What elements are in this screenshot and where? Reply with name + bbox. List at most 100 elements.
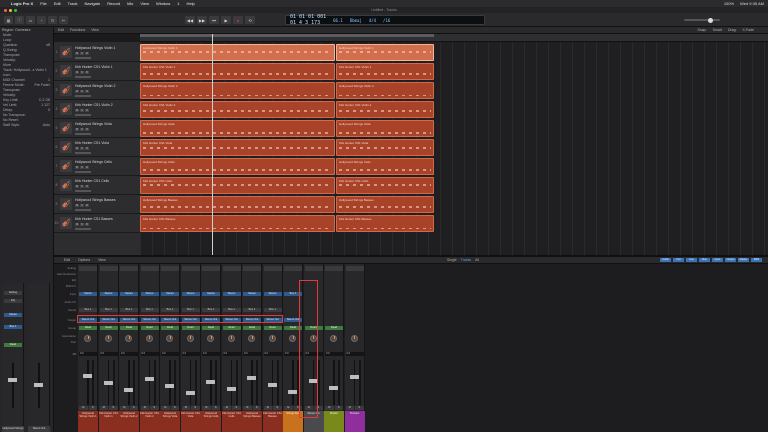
record-enable-button[interactable]: R — [85, 147, 89, 150]
insp-fader-cap[interactable] — [8, 378, 17, 382]
automation-mode[interactable]: Read — [120, 326, 138, 330]
mute-button[interactable]: M — [75, 71, 79, 74]
track-name[interactable]: Kirk Hunter CS1 Violin 1 — [75, 65, 138, 69]
violin-icon[interactable]: 🎻 — [60, 141, 72, 153]
input-slot[interactable]: Stereo — [99, 292, 118, 296]
strip-name[interactable]: Preview — [344, 411, 365, 432]
volume-fader[interactable] — [329, 386, 338, 390]
solo-button[interactable]: S — [211, 406, 220, 410]
zoom-window-button[interactable] — [14, 8, 17, 12]
eq-thumbnail[interactable] — [222, 266, 241, 271]
midi-region[interactable]: Kirk Hunter CS1 Violin 2 — [140, 101, 335, 118]
midi-region[interactable]: Kirk Hunter CS1 Violin 1 — [336, 63, 434, 80]
midi-region[interactable]: Hollywood Strings Violin 1 — [336, 44, 434, 61]
mixer-edit-menu[interactable]: Edit — [64, 258, 70, 262]
send-slot[interactable]: Bus 1 — [140, 308, 159, 312]
play-button[interactable]: ▶ — [221, 16, 231, 24]
mode-tracks[interactable]: Tracks — [461, 258, 471, 262]
pan-knob[interactable] — [268, 335, 276, 342]
track-name[interactable]: Kirk Hunter CS1 Cello — [75, 179, 138, 183]
mute-button[interactable]: M — [75, 147, 79, 150]
record-enable-button[interactable]: R — [85, 185, 89, 188]
midi-region[interactable]: Kirk Hunter CS1 Cello — [336, 177, 434, 194]
send-slot[interactable]: Bus 1 — [181, 308, 200, 312]
eq-thumbnail[interactable] — [99, 266, 118, 271]
mixer-view-menu[interactable]: View — [98, 258, 106, 262]
eq-thumbnail[interactable] — [79, 266, 97, 271]
solo-button[interactable]: S — [80, 185, 84, 188]
inspector-row-value[interactable]: off — [46, 43, 50, 48]
track-volume-slider[interactable] — [75, 133, 91, 135]
record-button[interactable]: ● — [233, 16, 243, 24]
bar-ruler[interactable] — [140, 34, 768, 42]
automation-mode[interactable]: Read — [79, 326, 97, 330]
close-window-button[interactable] — [4, 8, 7, 12]
track-volume-slider[interactable] — [75, 76, 91, 78]
editors-button[interactable]: ✂ — [59, 16, 68, 24]
insp-setting-button[interactable]: Setting — [4, 291, 22, 295]
automation-mode[interactable]: Read — [202, 326, 220, 330]
eq-thumbnail[interactable] — [345, 266, 364, 271]
automation-mode[interactable]: Read — [99, 326, 118, 330]
mute-button[interactable]: M — [75, 128, 79, 131]
violin-icon[interactable]: 🎻 — [60, 179, 72, 191]
eq-thumbnail[interactable] — [304, 266, 323, 271]
midi-region[interactable]: Kirk Hunter CS1 Violin 1 — [140, 63, 335, 80]
eq-thumbnail[interactable] — [140, 266, 159, 271]
menu-navigate[interactable]: Navigate — [84, 1, 100, 6]
midi-region[interactable]: Hollywood Strings Basses — [336, 196, 434, 213]
track-header[interactable]: 4 🎻 Kirk Hunter CS1 Violin 2 MSR — [54, 100, 140, 119]
track-name[interactable]: Hollywood Strings Violin 1 — [75, 46, 138, 50]
mute-button[interactable]: M — [202, 406, 211, 410]
tracks-view-menu[interactable]: View — [91, 28, 99, 32]
input-slot[interactable]: Stereo — [243, 292, 261, 296]
solo-button[interactable]: S — [80, 128, 84, 131]
send-slot[interactable]: Bus 1 — [120, 308, 138, 312]
automation-mode[interactable]: Read — [161, 326, 179, 330]
record-enable-button[interactable]: R — [85, 128, 89, 131]
solo-button[interactable]: S — [191, 406, 200, 410]
solo-button[interactable]: S — [273, 406, 282, 410]
pan-knob[interactable] — [186, 335, 194, 342]
solo-button[interactable]: S — [80, 109, 84, 112]
mute-button[interactable]: M — [75, 109, 79, 112]
violin-icon[interactable]: 🎻 — [60, 198, 72, 210]
rewind-button[interactable]: ◀◀ — [185, 16, 195, 24]
mute-button[interactable]: M — [181, 406, 190, 410]
drag-value[interactable]: X-Fade — [743, 28, 754, 32]
automation-mode[interactable]: Read — [243, 326, 261, 330]
track-name[interactable]: Hollywood Strings Viola — [75, 122, 138, 126]
track-volume-slider[interactable] — [75, 171, 91, 173]
pan-knob[interactable] — [125, 335, 132, 342]
track-header[interactable]: 3 🎻 Hollywood Strings Violin 2 MSR — [54, 81, 140, 100]
tracks-functions-menu[interactable]: Functions — [70, 28, 85, 32]
mute-button[interactable]: M — [75, 52, 79, 55]
arrange-area[interactable]: Hollywood Strings Violin 1 Hollywood Stri… — [140, 42, 768, 255]
send-slot[interactable]: Bus 1 — [222, 308, 241, 312]
solo-button[interactable]: S — [80, 90, 84, 93]
master-volume-slider[interactable] — [684, 17, 720, 23]
strip-name[interactable]: Hollywood Strings Violin 1 — [78, 411, 98, 432]
insp-eq-button[interactable]: EQ — [4, 299, 22, 303]
volume-fader[interactable] — [206, 380, 215, 384]
track-header[interactable]: 7 🎻 Hollywood Strings Cello M S R — [54, 157, 140, 176]
strip-name[interactable]: Kirk Hunter CS1 Violin 2 — [139, 411, 160, 432]
solo-button[interactable]: S — [129, 406, 138, 410]
toolbar-button[interactable]: ▭ — [26, 16, 35, 24]
eq-thumbnail[interactable] — [161, 266, 179, 271]
midi-region[interactable]: Hollywood Strings Viola — [336, 120, 434, 137]
mixer-filter-5[interactable]: Output — [725, 258, 736, 262]
input-slot[interactable]: Stereo — [222, 292, 241, 296]
mute-button[interactable]: M — [99, 406, 108, 410]
solo-button[interactable]: S — [80, 52, 84, 55]
mixer-filter-0[interactable]: Audio — [660, 258, 671, 262]
track-name[interactable]: Kirk Hunter CS1 Violin 2 — [75, 103, 138, 107]
solo-button[interactable]: S — [334, 406, 343, 410]
violin-icon[interactable]: 🎻 — [60, 84, 72, 96]
menu-1[interactable]: 1 — [177, 1, 179, 6]
automation-mode[interactable]: Read — [181, 326, 200, 330]
mode-single[interactable]: Single — [447, 258, 457, 262]
send-slot[interactable]: Bus 1 — [263, 308, 282, 312]
mute-button[interactable]: M — [75, 166, 79, 169]
mixer-filter-1[interactable]: Inst — [673, 258, 684, 262]
